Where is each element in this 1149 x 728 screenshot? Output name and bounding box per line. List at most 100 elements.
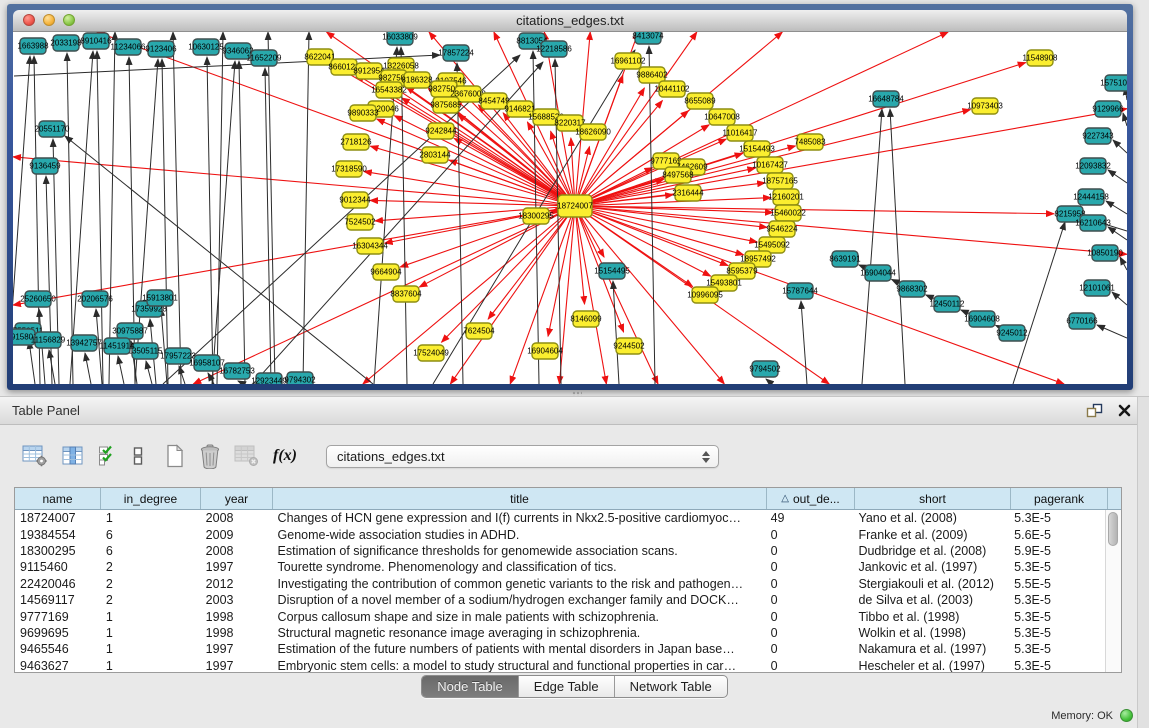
graph-node[interactable]: 8655089: [684, 93, 716, 109]
zoom-window-button[interactable]: [63, 14, 75, 26]
graph-node[interactable]: 16904608: [964, 311, 1000, 327]
graph-node[interactable]: 10167427: [752, 157, 788, 173]
trash-icon[interactable]: [199, 444, 221, 469]
network-window-titlebar[interactable]: citations_edges.txt: [13, 10, 1127, 32]
network-graph[interactable]: 1663988203319889104161123406691234061063…: [13, 32, 1127, 384]
graph-node[interactable]: 9664904: [370, 264, 402, 280]
column-header[interactable]: title: [273, 488, 767, 509]
graph-node[interactable]: 17857224: [438, 45, 474, 61]
graph-node[interactable]: 16304344: [352, 238, 388, 254]
table-row[interactable]: 2242004622012Investigating the contribut…: [15, 576, 1106, 592]
graph-node[interactable]: 15751074: [1100, 75, 1127, 91]
tab-edge-table[interactable]: Edge Table: [519, 676, 615, 697]
graph-node[interactable]: 9136459: [29, 158, 61, 174]
graph-node[interactable]: 7485083: [794, 134, 826, 150]
graph-node[interactable]: 8497568: [662, 167, 694, 183]
column-header[interactable]: pagerank: [1011, 488, 1108, 509]
vertical-scrollbar[interactable]: [1105, 510, 1121, 672]
select-rows-check-icon[interactable]: [98, 445, 118, 467]
graph-node[interactable]: 18300295: [518, 208, 554, 224]
column-header[interactable]: short: [855, 488, 1011, 509]
graph-node[interactable]: 1663988: [17, 38, 49, 54]
graph-node[interactable]: 11234066: [111, 39, 147, 55]
graph-node[interactable]: 12444158: [1073, 189, 1109, 205]
graph-node[interactable]: 11016417: [723, 125, 759, 141]
graph-node[interactable]: 9875685: [430, 97, 462, 113]
graph-node[interactable]: 9244502: [613, 338, 645, 354]
function-builder-icon[interactable]: f(x): [273, 447, 297, 465]
graph-node[interactable]: 9546224: [766, 221, 798, 237]
graph-node[interactable]: 12093832: [1075, 158, 1111, 174]
graph-node[interactable]: 15787644: [782, 283, 818, 299]
graph-node[interactable]: 16210643: [1075, 215, 1111, 231]
graph-node[interactable]: 11652209: [247, 50, 283, 66]
graph-node[interactable]: 9794502: [749, 361, 781, 377]
graph-node[interactable]: 25260650: [20, 291, 56, 307]
table-row[interactable]: 946362711997Embryonic stem cells: a mode…: [15, 658, 1106, 672]
memory-status-indicator[interactable]: [1120, 709, 1133, 722]
graph-node[interactable]: 9868302: [896, 281, 928, 297]
network-canvas[interactable]: 1663988203319889104161123406691234061063…: [13, 32, 1127, 384]
table-row[interactable]: 1830029562008Estimation of significance …: [15, 543, 1106, 559]
graph-node[interactable]: 15154493: [739, 141, 775, 157]
float-window-icon[interactable]: [1086, 403, 1103, 418]
graph-node[interactable]: 8910416: [80, 33, 112, 49]
graph-node[interactable]: 16782753: [219, 363, 255, 379]
graph-node[interactable]: 16904604: [527, 343, 563, 359]
row-pair-icon[interactable]: [131, 445, 145, 467]
graph-node[interactable]: 12101061: [1079, 280, 1115, 296]
graph-node[interactable]: 30975887: [112, 323, 148, 339]
graph-node[interactable]: 16648784: [868, 91, 904, 107]
graph-node[interactable]: 15913801: [142, 290, 178, 306]
minimize-window-button[interactable]: [43, 14, 55, 26]
graph-node[interactable]: 9012344: [339, 192, 371, 208]
graph-node[interactable]: 18626090: [575, 124, 611, 140]
graph-node[interactable]: 11451914: [100, 338, 136, 354]
graph-node[interactable]: 10973403: [967, 98, 1003, 114]
graph-node[interactable]: 16033809: [382, 32, 418, 45]
close-window-button[interactable]: [23, 14, 35, 26]
tab-network-table[interactable]: Network Table: [615, 676, 727, 697]
graph-node[interactable]: 20551170: [35, 121, 71, 137]
graph-node[interactable]: 10647008: [704, 109, 740, 125]
graph-node[interactable]: 16961102: [611, 53, 647, 69]
graph-node[interactable]: 10441102: [655, 81, 691, 97]
table-settings-icon[interactable]: [22, 445, 48, 467]
graph-node[interactable]: 18757165: [762, 173, 798, 189]
new-document-icon[interactable]: [164, 444, 186, 468]
graph-node[interactable]: 10850190: [1087, 245, 1123, 261]
graph-node[interactable]: 9227343: [1082, 128, 1114, 144]
graph-node[interactable]: 9129966: [1092, 101, 1124, 117]
graph-node[interactable]: 8146099: [570, 311, 602, 327]
graph-node[interactable]: 9890333: [347, 105, 379, 121]
graph-node[interactable]: 6770166: [1066, 313, 1098, 329]
graph-node[interactable]: 10630125: [188, 39, 224, 55]
graph-node[interactable]: 11548908: [1023, 50, 1059, 66]
table-row[interactable]: 946554611997Estimation of the future num…: [15, 641, 1106, 657]
graph-node[interactable]: 18724007: [557, 195, 593, 217]
table-row[interactable]: 1456911722003Disruption of a novel membe…: [15, 592, 1106, 608]
graph-node[interactable]: 8639191: [829, 251, 861, 267]
graph-node[interactable]: 8837604: [390, 286, 422, 302]
graph-node[interactable]: 9794302: [284, 372, 316, 384]
graph-node[interactable]: 7624504: [463, 323, 495, 339]
column-select-icon[interactable]: [61, 445, 85, 467]
graph-node[interactable]: 10996095: [687, 287, 723, 303]
graph-node[interactable]: 12160201: [768, 189, 804, 205]
graph-node[interactable]: 7524502: [344, 214, 376, 230]
graph-node[interactable]: 11156829: [31, 332, 66, 348]
graph-node[interactable]: 12450112: [930, 296, 966, 312]
graph-node[interactable]: 2033198: [50, 35, 82, 51]
graph-node[interactable]: 17318590: [331, 161, 367, 177]
tab-node-table[interactable]: Node Table: [422, 676, 519, 697]
column-header[interactable]: in_degree: [101, 488, 201, 509]
table-row[interactable]: 911546021997Tourette syndrome. Phenomeno…: [15, 559, 1106, 575]
table-row[interactable]: 1872400712008Changes of HCN gene express…: [15, 510, 1106, 526]
graph-node[interactable]: 20206576: [77, 291, 113, 307]
close-panel-icon[interactable]: [1118, 404, 1131, 417]
scrollbar-thumb[interactable]: [1108, 512, 1118, 546]
graph-node[interactable]: 9242844: [425, 123, 457, 139]
graph-node[interactable]: 2316444: [672, 185, 704, 201]
graph-node[interactable]: 9245012: [996, 325, 1028, 341]
graph-node[interactable]: 2718126: [340, 134, 372, 150]
